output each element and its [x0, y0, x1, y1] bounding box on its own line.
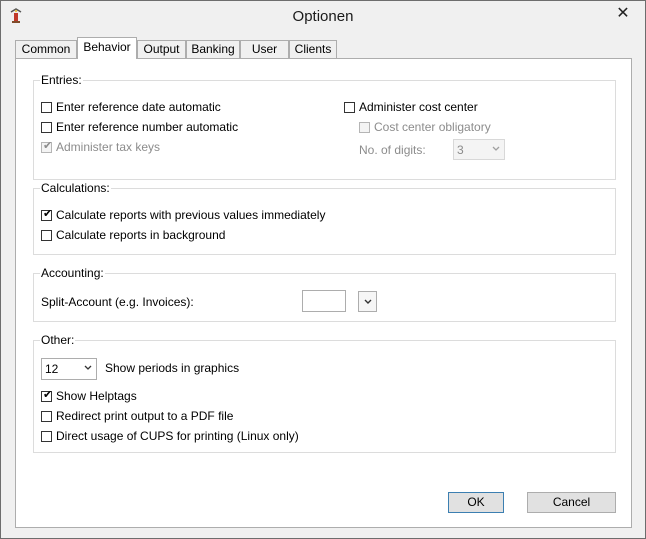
tab-output[interactable]: Output	[137, 40, 186, 58]
check-icon: ✔	[43, 207, 53, 220]
entries-group: Entries: Enter reference date automatic …	[33, 73, 616, 180]
cups-label: Direct usage of CUPS for printing (Linux…	[56, 429, 299, 443]
ref-date-checkbox[interactable]: Enter reference date automatic	[41, 99, 221, 115]
check-icon: ✔	[43, 388, 53, 401]
other-legend: Other:	[40, 333, 76, 347]
other-group: Other: 12 Show periods in graphics ✔ Sho…	[33, 333, 616, 453]
digits-label: No. of digits:	[359, 143, 426, 157]
cost-center-checkbox[interactable]: Administer cost center	[344, 99, 478, 115]
pdf-redirect-label: Redirect print output to a PDF file	[56, 409, 234, 423]
ref-number-label: Enter reference number automatic	[56, 120, 239, 134]
calculations-legend: Calculations:	[40, 181, 111, 195]
checkbox-box[interactable]	[41, 410, 52, 422]
accounting-legend: Accounting:	[40, 266, 105, 280]
cost-center-label: Administer cost center	[359, 100, 478, 114]
checkbox-box[interactable]: ✔	[41, 207, 53, 221]
tab-behavior[interactable]: Behavior	[77, 37, 137, 59]
tab-banking[interactable]: Banking	[186, 40, 240, 58]
accounting-group: Accounting: Split-Account (e.g. Invoices…	[33, 266, 616, 322]
window-title: Optionen	[292, 8, 354, 25]
tab-user[interactable]: User	[240, 40, 289, 58]
ref-number-checkbox[interactable]: Enter reference number automatic	[41, 119, 238, 135]
chevron-down-icon	[492, 146, 500, 151]
split-account-label: Split-Account (e.g. Invoices):	[41, 295, 194, 309]
calc-immediately-label: Calculate reports with previous values i…	[56, 208, 326, 222]
calc-background-checkbox[interactable]: Calculate reports in background	[41, 227, 225, 243]
periods-value: 12	[45, 362, 59, 376]
tax-keys-label: Administer tax keys	[56, 140, 161, 154]
checkbox-box[interactable]	[41, 121, 52, 133]
cups-checkbox[interactable]: Direct usage of CUPS for printing (Linux…	[41, 428, 299, 444]
periods-label: Show periods in graphics	[105, 361, 240, 375]
split-account-dropdown[interactable]	[358, 291, 377, 312]
checkbox-box	[359, 121, 370, 133]
chevron-down-icon	[364, 299, 372, 304]
digits-select: 3	[453, 139, 505, 160]
checkbox-box: ✔	[41, 139, 53, 153]
chevron-down-icon	[84, 365, 92, 370]
entries-legend: Entries:	[40, 73, 83, 87]
checkbox-box[interactable]	[41, 430, 52, 442]
checkbox-box[interactable]	[344, 101, 355, 113]
calculations-group: Calculations: ✔ Calculate reports with p…	[33, 181, 616, 255]
close-icon[interactable]: ✕	[611, 5, 635, 23]
helptags-label: Show Helptags	[56, 389, 137, 403]
title-bar: Optionen ✕	[1, 1, 645, 32]
cost-center-obligatory-label: Cost center obligatory	[374, 120, 491, 134]
pdf-redirect-checkbox[interactable]: Redirect print output to a PDF file	[41, 408, 233, 424]
checkbox-box[interactable]	[41, 101, 52, 113]
checkbox-box[interactable]: ✔	[41, 388, 53, 402]
calc-background-label: Calculate reports in background	[56, 228, 226, 242]
tab-clients[interactable]: Clients	[289, 40, 337, 58]
options-dialog: Optionen ✕ Common Behavior Output Bankin…	[0, 0, 646, 539]
ok-button[interactable]: OK	[448, 492, 504, 513]
tax-keys-checkbox: ✔ Administer tax keys	[41, 139, 160, 155]
cost-center-obligatory-checkbox: Cost center obligatory	[359, 119, 491, 135]
calc-immediately-checkbox[interactable]: ✔ Calculate reports with previous values…	[41, 207, 325, 223]
digits-value: 3	[457, 143, 464, 157]
split-account-field[interactable]	[302, 290, 346, 312]
behavior-panel: Entries: Enter reference date automatic …	[15, 58, 632, 528]
cancel-button[interactable]: Cancel	[527, 492, 616, 513]
tab-common[interactable]: Common	[15, 40, 77, 58]
periods-select[interactable]: 12	[41, 358, 97, 380]
helptags-checkbox[interactable]: ✔ Show Helptags	[41, 388, 137, 404]
checkbox-box[interactable]	[41, 229, 52, 241]
check-icon: ✔	[43, 139, 53, 152]
ref-date-label: Enter reference date automatic	[56, 100, 221, 114]
